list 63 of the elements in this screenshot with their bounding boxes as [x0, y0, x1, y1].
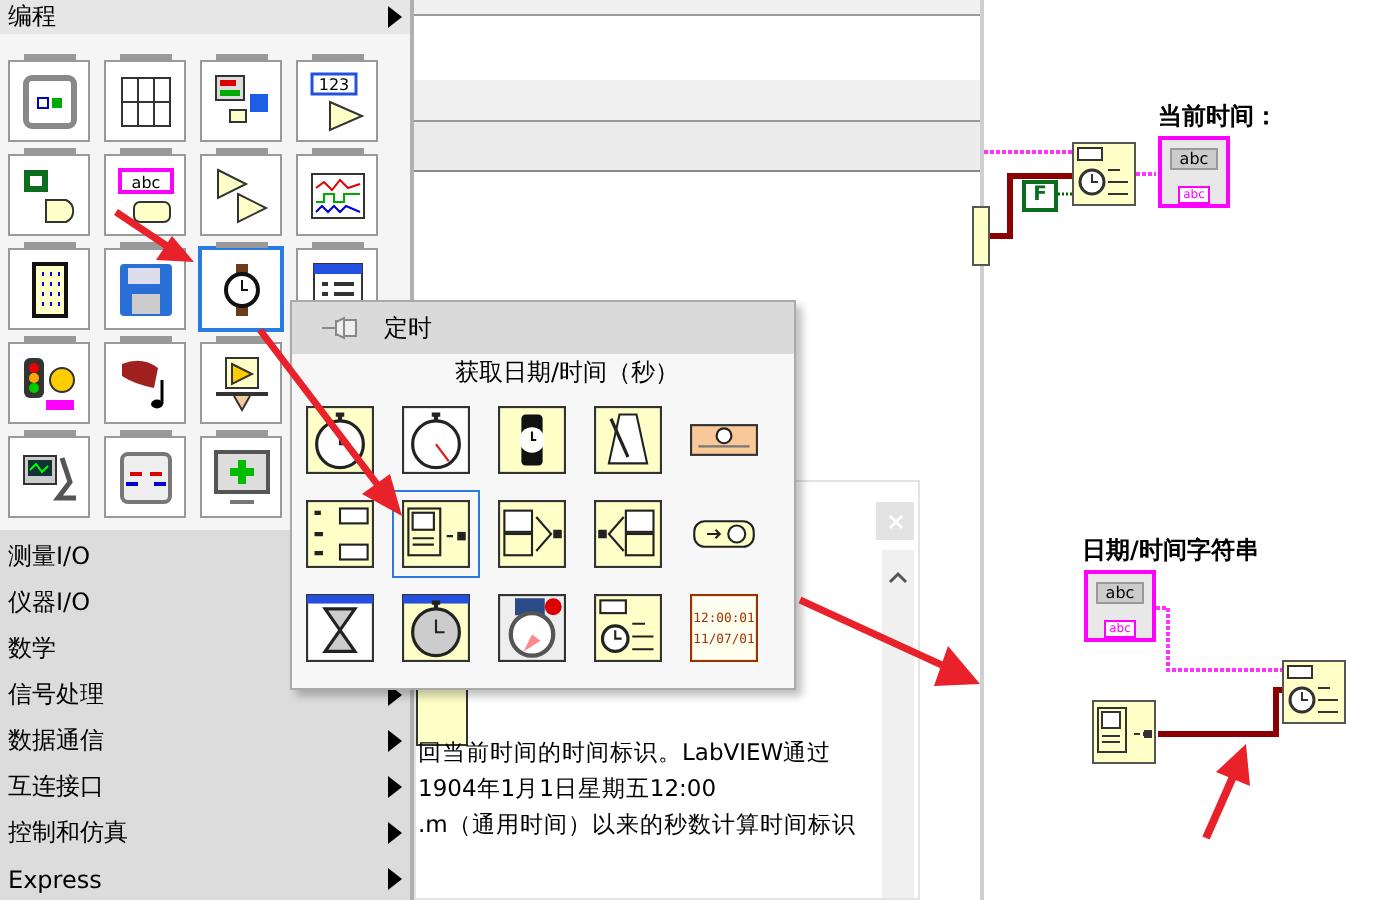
- wire: [1158, 687, 1282, 737]
- palette-item[interactable]: [8, 154, 90, 236]
- wristwatch-icon: [498, 406, 566, 474]
- plus-monitor-icon: [209, 445, 273, 509]
- palette-item[interactable]: [104, 60, 186, 142]
- palette-category-header[interactable]: 编程: [0, 0, 410, 34]
- function-node: [972, 206, 990, 266]
- icon-text: 123: [317, 75, 349, 93]
- palette-item[interactable]: [200, 342, 282, 424]
- palette-item[interactable]: [200, 248, 282, 330]
- indicator-value: abc: [1095, 582, 1145, 604]
- scroll-up-icon: [888, 570, 908, 584]
- palette-item[interactable]: 123: [296, 60, 378, 142]
- palette-item[interactable]: abc: [104, 154, 186, 236]
- subpalette-title: 定时: [384, 311, 432, 345]
- indicator-label: 日期/时间字符串: [1082, 534, 1259, 568]
- icon-text: abc: [130, 173, 160, 191]
- annotation-arrow: [114, 209, 194, 262]
- wire: [1156, 606, 1282, 672]
- palette-item[interactable]: [200, 436, 282, 518]
- wire: [984, 150, 1072, 154]
- palette-item[interactable]: [296, 154, 378, 236]
- palette-item[interactable]: [200, 60, 282, 142]
- submenu-arrow-icon: [388, 868, 402, 890]
- submenu-arrow-icon: [388, 730, 402, 752]
- clock-calendar-icon: [594, 594, 662, 662]
- stopwatch-icon: [402, 406, 470, 474]
- wire: [1136, 172, 1156, 176]
- submenu-arrow-icon: [388, 776, 402, 798]
- scrollbar[interactable]: [882, 550, 914, 898]
- close-icon: [887, 513, 903, 529]
- palette-menu-item[interactable]: 控制和仿真: [0, 810, 410, 856]
- palette-item[interactable]: [8, 436, 90, 518]
- hourglass-icon: [306, 594, 374, 662]
- palette-menu-item[interactable]: 互连接口: [0, 764, 410, 810]
- format-date-node-icon: [1072, 142, 1136, 206]
- boolean-constant: F: [1022, 180, 1058, 212]
- palette-item[interactable]: [104, 342, 186, 424]
- metronome-icon: [594, 406, 662, 474]
- selected-function-name: 获取日期/时间（秒）: [452, 356, 682, 390]
- help-text-line: .m（通用时间）以来的秒数计算时间标识: [418, 808, 856, 840]
- palette-item[interactable]: [8, 342, 90, 424]
- function-item[interactable]: [392, 490, 480, 578]
- stopwatch-icon: [402, 594, 470, 662]
- calendar-icon: [594, 500, 662, 568]
- palette-item[interactable]: [200, 154, 282, 236]
- format-date-node-icon: [1282, 660, 1346, 724]
- palette-item[interactable]: [8, 248, 90, 330]
- indicator-label: 当前时间：: [1158, 100, 1278, 134]
- calendar-icon: [498, 500, 566, 568]
- calendar-computer-icon: [402, 500, 470, 568]
- alarm-icon: [498, 594, 566, 662]
- format-icon: [306, 500, 374, 568]
- pin-icon[interactable]: [320, 314, 360, 342]
- submenu-arrow-icon: [388, 822, 402, 844]
- get-date-time-node-icon: [1092, 700, 1156, 764]
- palette-menu-item[interactable]: Express: [0, 856, 410, 900]
- indicator-value: abc: [1169, 148, 1219, 170]
- help-text-line: 1904年1月1日星期五12:00: [418, 772, 719, 804]
- loop-icon: [17, 69, 81, 133]
- palette-menu-item[interactable]: 数据通信: [0, 718, 410, 764]
- help-text-line: 回当前时间的时间标识。LabVIEW通过: [418, 736, 834, 768]
- annotation-arrow: [1202, 744, 1250, 840]
